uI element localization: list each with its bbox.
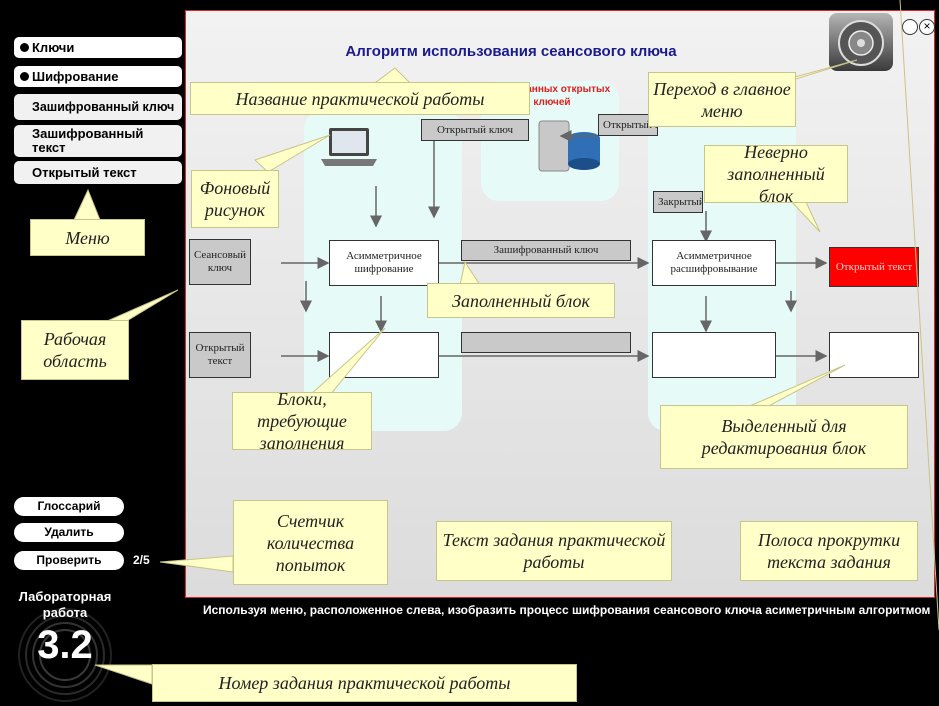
- block-selected-empty[interactable]: [829, 332, 919, 378]
- callout-menu: Меню: [30, 219, 145, 256]
- block-empty[interactable]: [329, 332, 439, 378]
- callout-wrong-block: Неверно заполненный блок: [704, 142, 848, 206]
- block-empty[interactable]: [461, 332, 631, 353]
- callout-work-area: Рабочая область: [21, 320, 129, 380]
- callout-practice-name: Название практической работы: [190, 82, 530, 115]
- menu-item-encrypted-key[interactable]: Зашифрованный ключ: [14, 94, 182, 120]
- home-disk-icon: [838, 20, 884, 66]
- block-plain-text-source[interactable]: Открытый текст: [189, 332, 251, 378]
- menu-item-encrypted-text[interactable]: Зашифрованный текст: [14, 125, 182, 157]
- menu-item-label: Открытый текст: [32, 165, 137, 180]
- block-session-key[interactable]: Сеансовый ключ: [189, 239, 251, 285]
- callout-filled-block: Заполненный блок: [427, 283, 615, 318]
- attempts-counter: 2/5: [133, 553, 150, 567]
- block-closed-key[interactable]: Закрытый ключ: [653, 191, 703, 213]
- callout-selected-block: Выделенный для редактирования блок: [660, 405, 908, 469]
- minimize-icon[interactable]: [902, 19, 918, 35]
- callout-scrollbar: Полоса прокрутки текста задания: [740, 521, 918, 581]
- callout-task-number: Номер задания практической работы: [152, 664, 577, 702]
- task-text: Используя меню, расположенное слева, изо…: [203, 603, 931, 617]
- bullet-icon: [20, 72, 29, 81]
- menu-item-label: Шифрование: [32, 69, 119, 84]
- lab-badge: Лабораторная работа 3.2: [10, 583, 120, 703]
- block-empty[interactable]: [652, 332, 776, 378]
- block-encrypted-key[interactable]: Зашифрованный ключ: [461, 240, 631, 261]
- bullet-icon: [20, 43, 29, 52]
- lab-title: Лабораторная работа: [18, 589, 112, 620]
- check-button[interactable]: Проверить: [14, 551, 124, 570]
- callout-main-menu: Переход в главное меню: [648, 72, 796, 127]
- callout-attempts-counter: Счетчик количества попыток: [233, 500, 388, 585]
- block-open-key[interactable]: Открытый ключ: [421, 119, 529, 141]
- block-asym-encryption[interactable]: Асимметричное шифрование: [329, 240, 439, 286]
- delete-button[interactable]: Удалить: [14, 523, 124, 542]
- menu-item-keys[interactable]: Ключи: [14, 37, 182, 58]
- callout-background: Фоновый рисунок: [191, 170, 279, 228]
- menu-item-encryption[interactable]: Шифрование: [14, 66, 182, 87]
- menu-item-label: Зашифрованный текст: [32, 126, 144, 155]
- menu-item-label: Зашифрованный ключ: [32, 100, 175, 114]
- callout-task-text: Текст задания практической работы: [436, 521, 672, 581]
- glossary-button[interactable]: Глоссарий: [14, 497, 124, 516]
- block-asym-decryption[interactable]: Асимметричное расшифровывание: [652, 240, 776, 286]
- callout-blocks-to-fill: Блоки, требующие заполнения: [232, 389, 372, 453]
- menu-item-label: Ключи: [32, 40, 75, 55]
- close-icon[interactable]: ×: [919, 19, 935, 35]
- block-wrong-filled[interactable]: Открытый текст: [829, 247, 919, 287]
- lab-number: 3.2: [37, 623, 93, 667]
- main-menu-button[interactable]: [829, 13, 893, 71]
- menu-item-plain-text[interactable]: Открытый текст: [14, 161, 182, 184]
